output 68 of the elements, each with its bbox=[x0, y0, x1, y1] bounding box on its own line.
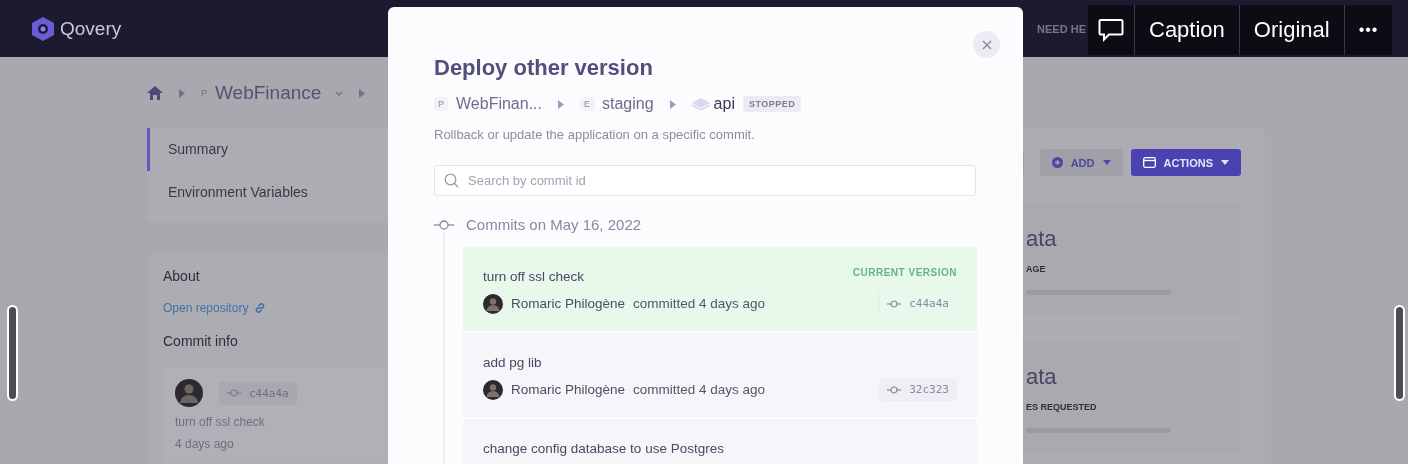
status-badge: STOPPED bbox=[742, 96, 802, 112]
card-caption: AGE bbox=[1026, 264, 1046, 274]
commit-icon bbox=[227, 389, 241, 397]
avatar-icon bbox=[483, 293, 503, 314]
search-field[interactable]: Search by commit id bbox=[434, 165, 976, 196]
caret-icon bbox=[1102, 160, 1111, 165]
modal-description: Rollback or update the application on a specific commit. bbox=[434, 127, 756, 142]
layers-icon bbox=[691, 98, 710, 110]
project-name[interactable]: WebFinan... bbox=[456, 95, 542, 113]
modal-title: Deploy other version bbox=[434, 55, 654, 81]
current-version-label: CURRENT VERSION bbox=[852, 267, 957, 278]
caret-icon bbox=[335, 90, 344, 96]
home-icon[interactable] bbox=[147, 86, 163, 100]
section-title: About bbox=[163, 268, 200, 284]
commit-item[interactable]: change config database to use Postgres bbox=[463, 419, 977, 464]
window-icon bbox=[1142, 157, 1156, 168]
commit-hash[interactable]: c44a4a bbox=[878, 292, 957, 315]
caption-button[interactable]: Caption bbox=[1135, 5, 1240, 55]
commit-hash[interactable]: 32c323 bbox=[879, 378, 957, 401]
scroll-handle[interactable] bbox=[7, 305, 18, 401]
project-name[interactable]: WebFinance bbox=[215, 82, 322, 104]
avatar-icon bbox=[483, 379, 503, 400]
commit-message: turn off ssl check bbox=[483, 269, 585, 284]
chevron-icon bbox=[669, 99, 676, 109]
card-title: ata bbox=[1026, 226, 1057, 252]
avatar-icon bbox=[175, 379, 203, 407]
commit-message: change config database to use Postgres bbox=[483, 441, 724, 456]
close-icon bbox=[981, 39, 992, 50]
logo-text: Qovery bbox=[60, 17, 122, 40]
author-name: Romaric Philogène bbox=[511, 296, 626, 311]
close-button[interactable] bbox=[973, 31, 1000, 58]
original-button[interactable]: Original bbox=[1239, 5, 1345, 55]
caret-icon bbox=[1221, 160, 1229, 165]
hash-text: c44a4a bbox=[909, 297, 949, 310]
commit-time: committed 4 days ago bbox=[633, 296, 766, 311]
path-tag: E bbox=[580, 97, 594, 111]
commit-icon bbox=[434, 219, 454, 230]
link-icon bbox=[254, 302, 267, 314]
group-heading: Commits on May 16, 2022 bbox=[466, 216, 642, 233]
action-button[interactable]: ACTIONS bbox=[1130, 149, 1241, 176]
speech-bubble-icon bbox=[1098, 18, 1124, 42]
application-name[interactable]: api bbox=[713, 95, 735, 113]
section-title: Commit info bbox=[163, 333, 238, 349]
author-name: Romaric Philogène bbox=[511, 382, 626, 397]
help-link[interactable]: NEED HE bbox=[1037, 22, 1086, 35]
plus-icon bbox=[1051, 157, 1063, 168]
commit-time: committed 4 days ago bbox=[633, 382, 766, 397]
hash-text: c44a4a bbox=[249, 386, 289, 400]
hash-text: 32c323 bbox=[909, 383, 949, 396]
commit-item[interactable]: turn off ssl check CURRENT VERSION Romaric Philogène committed 4 days ago c44a4a bbox=[463, 247, 977, 331]
project-tag: P bbox=[201, 88, 207, 98]
chevron-icon bbox=[558, 99, 564, 109]
chevron-icon bbox=[179, 88, 185, 98]
action-button[interactable]: ADD bbox=[1039, 149, 1123, 176]
more-button[interactable]: ••• bbox=[1344, 5, 1393, 55]
commit-item[interactable]: add pg lib Romaric Philogène committed 4 days ago 32c323 bbox=[463, 333, 977, 417]
path-tag: P bbox=[434, 97, 448, 111]
scroll-handle[interactable] bbox=[1394, 305, 1405, 401]
card-caption: ES REQUESTED bbox=[1026, 402, 1097, 412]
environment-name[interactable]: staging bbox=[602, 95, 654, 113]
chevron-icon bbox=[359, 88, 366, 98]
commit-icon bbox=[887, 299, 902, 308]
commit-icon bbox=[887, 385, 902, 394]
commit-time: 4 days ago bbox=[175, 437, 235, 451]
card-title: ata bbox=[1026, 364, 1057, 390]
commit-message: add pg lib bbox=[483, 355, 542, 370]
logo-icon bbox=[30, 15, 56, 42]
commit-message: turn off ssl check bbox=[175, 415, 266, 429]
